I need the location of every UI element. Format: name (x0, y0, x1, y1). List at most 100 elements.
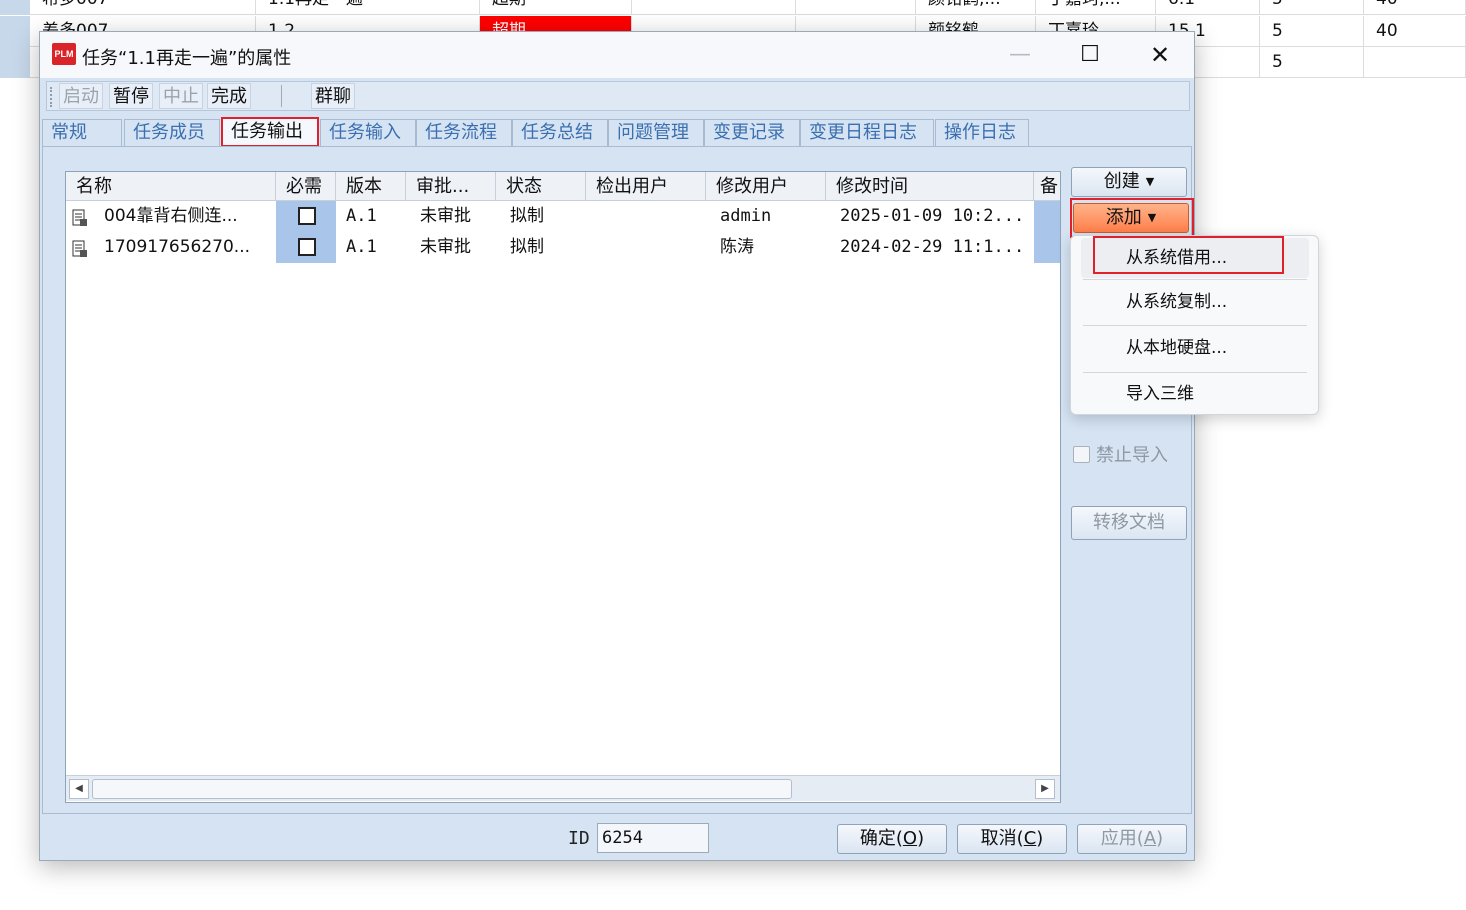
pause-button[interactable]: 暂停 (109, 83, 153, 109)
column-header-version[interactable]: 版本 (336, 172, 406, 201)
minimize-icon[interactable]: — (1000, 38, 1040, 72)
start-button[interactable]: 启动 (59, 83, 103, 109)
menu-item-import-3d[interactable]: 导入三维 (1081, 374, 1309, 414)
bg-cell: 6.1 (1156, 0, 1260, 15)
bg-cell: 5 (1260, 0, 1364, 15)
cell-modify-time: 2024-02-29 11:1... (840, 237, 1025, 257)
plm-app-icon: PLM (52, 43, 76, 65)
tab-operation-log[interactable]: 操作日志 (935, 119, 1029, 147)
column-header-remark[interactable]: 备 (1034, 172, 1060, 201)
table-header: 名称 必需 版本 审批... 状态 检出用户 修改用户 修改时间 备 (66, 172, 1060, 201)
ban-import-option[interactable]: 禁止导入 (1073, 444, 1168, 468)
bg-cell: 40 (1364, 16, 1466, 47)
cancel-paren: ) (1036, 828, 1044, 849)
column-header-status[interactable]: 状态 (496, 172, 586, 201)
cell-modify-user: 陈涛 (720, 237, 754, 257)
bg-cell: 希多007 (30, 0, 256, 15)
ban-import-label: 禁止导入 (1096, 445, 1168, 466)
menu-separator (1083, 325, 1307, 326)
ok-button[interactable]: 确定(O) (837, 824, 947, 854)
column-header-modify-user[interactable]: 修改用户 (706, 172, 826, 201)
row-header (0, 0, 30, 15)
output-table: 名称 必需 版本 审批... 状态 检出用户 修改用户 修改时间 备 004靠背… (65, 171, 1061, 803)
cancel-label: 取消( (980, 828, 1024, 849)
scroll-thumb[interactable] (92, 779, 792, 799)
column-header-modify-time[interactable]: 修改时间 (826, 172, 1034, 201)
tab-change-log[interactable]: 变更记录 (704, 119, 800, 147)
row-name-text: 170917656270... (104, 237, 251, 257)
horizontal-scrollbar[interactable]: ◀ ▶ (66, 775, 1060, 801)
required-checkbox[interactable] (298, 207, 316, 225)
cell-name: 170917656270... (66, 232, 276, 263)
complete-button[interactable]: 完成 (207, 83, 251, 109)
title-bar[interactable]: PLM 任务“1.1再走一遍”的属性 — ☐ ✕ (40, 32, 1194, 78)
required-checkbox[interactable] (298, 238, 316, 256)
stop-button[interactable]: 中止 (159, 83, 203, 109)
bg-cell: 丁嘉珂,... (1036, 0, 1156, 15)
cell-name: 004靠背右侧连... (66, 201, 276, 232)
id-field[interactable]: 6254 (597, 823, 709, 853)
maximize-icon[interactable]: ☐ (1070, 38, 1110, 72)
scroll-left-icon[interactable]: ◀ (69, 779, 89, 799)
tab-bar: 常规 任务成员 任务输出 任务输入 任务流程 任务总结 问题管理 变更记录 变更… (42, 117, 1192, 147)
cell-version: A.1 (346, 237, 377, 257)
apply-label: 应用( (1100, 828, 1144, 849)
ok-mnemonic: O (902, 828, 918, 849)
column-header-required[interactable]: 必需 (276, 172, 336, 201)
cancel-mnemonic: C (1023, 828, 1037, 849)
table-row[interactable]: 170917656270... A.1 未审批 拟制 陈涛 2024-02-29… (66, 232, 1060, 263)
menu-item-from-local-disk[interactable]: 从本地硬盘... (1081, 328, 1309, 368)
borrow-item-highlight (1093, 236, 1284, 274)
task-properties-dialog: PLM 任务“1.1再走一遍”的属性 — ☐ ✕ 启动 暂停 中止 完成 群聊 … (39, 31, 1195, 861)
cell-checkout-user (586, 232, 706, 263)
tab-summary[interactable]: 任务总结 (512, 119, 608, 147)
background-row[interactable]: 希多007 1.1再走一遍 超期 颜铭鹤,... 丁嘉珂,... 6.1 5 4… (0, 0, 1466, 15)
id-label: ID (568, 828, 590, 849)
apply-button[interactable]: 应用(A) (1077, 824, 1187, 854)
column-header-approval[interactable]: 审批... (406, 172, 496, 201)
bg-cell: 5 (1260, 16, 1364, 47)
group-chat-button[interactable]: 群聊 (311, 83, 355, 109)
tab-issues[interactable]: 问题管理 (608, 119, 704, 147)
dialog-title: 任务“1.1再走一遍”的属性 (82, 48, 292, 69)
close-icon[interactable]: ✕ (1140, 38, 1180, 72)
cell-status: 拟制 (510, 206, 544, 226)
menu-item-copy-from-system[interactable]: 从系统复制... (1081, 282, 1309, 322)
tab-flow[interactable]: 任务流程 (416, 119, 512, 147)
cancel-button[interactable]: 取消(C) (957, 824, 1067, 854)
column-header-checkout-user[interactable]: 检出用户 (586, 172, 706, 201)
bg-cell (796, 0, 916, 15)
ban-import-checkbox[interactable] (1073, 446, 1090, 463)
apply-paren: ) (1156, 828, 1164, 849)
row-name-text: 004靠背右侧连... (104, 206, 238, 226)
apply-mnemonic: A (1143, 828, 1157, 849)
bg-cell: 颜铭鹤,... (916, 0, 1036, 15)
cell-version: A.1 (346, 206, 377, 226)
cell-modify-user: admin (720, 206, 772, 226)
tab-members[interactable]: 任务成员 (124, 119, 220, 147)
row-header (0, 47, 30, 78)
transfer-document-button[interactable]: 转移文档 (1071, 506, 1187, 540)
create-button[interactable]: 创建 ▼ (1071, 167, 1187, 197)
scroll-right-icon[interactable]: ▶ (1035, 779, 1055, 799)
tab-general[interactable]: 常规 (42, 119, 122, 147)
ok-label: 确定( (859, 828, 903, 849)
cell-checkout-user (586, 201, 706, 232)
tab-input[interactable]: 任务输入 (320, 119, 416, 147)
bg-cell: 5 (1260, 47, 1364, 78)
table-row[interactable]: 004靠背右侧连... A.1 未审批 拟制 admin 2025-01-09 … (66, 201, 1060, 232)
cell-remark (1034, 201, 1060, 232)
column-header-name[interactable]: 名称 (66, 172, 276, 201)
bg-cell (632, 0, 796, 15)
toolbar: 启动 暂停 中止 完成 群聊 (46, 81, 1190, 111)
ok-paren: ) (917, 828, 925, 849)
tab-schedule-log[interactable]: 变更日程日志 (800, 119, 934, 147)
cell-approval: 未审批 (420, 237, 471, 257)
bg-cell: 超期 (480, 0, 632, 15)
toolbar-separator (281, 85, 282, 107)
add-button-highlight (1070, 198, 1194, 238)
bg-cell (1364, 47, 1466, 78)
cell-remark (1034, 232, 1060, 263)
chevron-down-icon: ▼ (1145, 175, 1155, 188)
tab-output[interactable]: 任务输出 (221, 117, 319, 147)
